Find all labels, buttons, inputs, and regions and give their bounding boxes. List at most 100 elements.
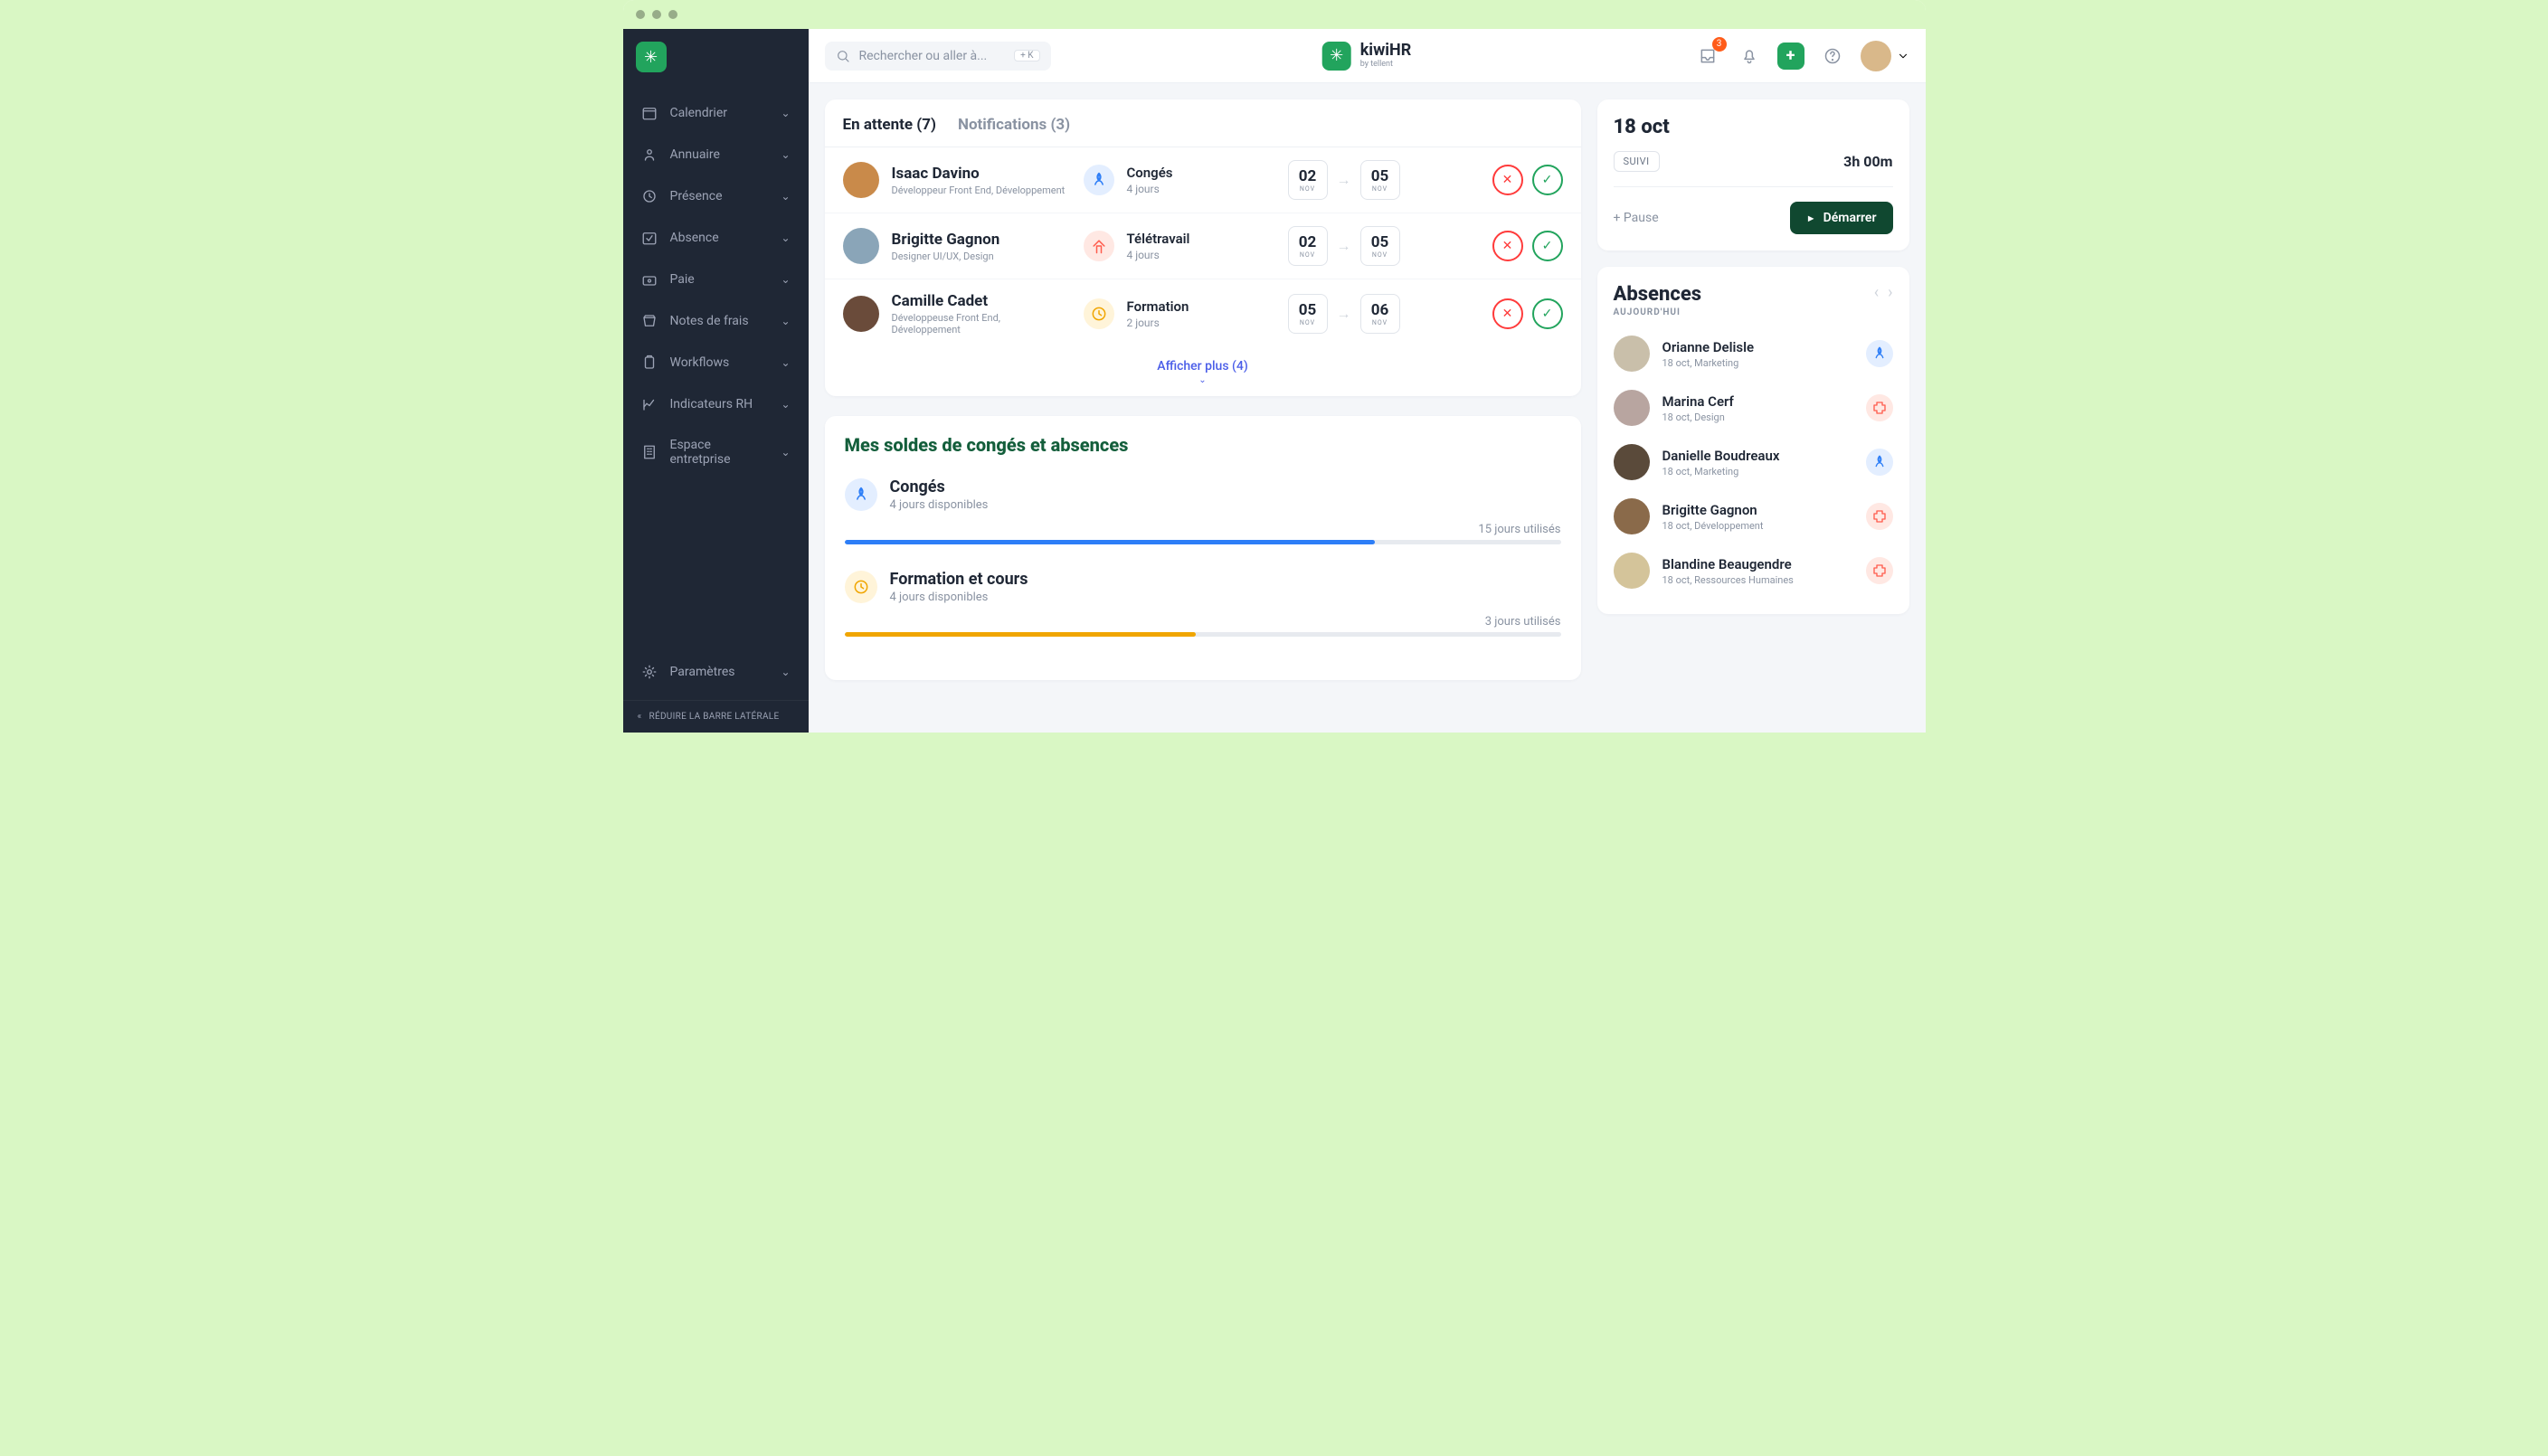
- nav-label: Paie: [670, 272, 695, 287]
- window-titlebar: [623, 0, 1926, 29]
- request-type-icon: [1084, 298, 1114, 329]
- sidebar-item-paramètres[interactable]: Paramètres⌄: [632, 653, 800, 691]
- time-tracking-card: 18 oct SUIVI 3h 00m + Pause Démarrer: [1597, 99, 1909, 251]
- balance-icon: [845, 571, 877, 603]
- end-date: 05NOV: [1360, 226, 1400, 266]
- absences-subtitle: AUJOURD'HUI: [1614, 307, 1702, 317]
- brand: ✳ kiwiHR by tellent: [1322, 42, 1412, 71]
- reject-button[interactable]: ✕: [1492, 298, 1523, 329]
- request-row: Isaac DavinoDéveloppeur Front End, Dével…: [825, 147, 1581, 213]
- request-type: Formation: [1127, 298, 1189, 315]
- tab-notifications[interactable]: Notifications (3): [958, 116, 1070, 134]
- sidebar-item-absence[interactable]: Absence ⌄: [632, 219, 800, 257]
- request-type-icon: [1084, 165, 1114, 195]
- balance-name: Formation et cours: [890, 570, 1028, 589]
- absence-detail: 18 oct, Marketing: [1662, 357, 1755, 369]
- balances-title: Mes soldes de congés et absences: [845, 434, 1561, 456]
- sidebar-item-paie[interactable]: Paie⌄: [632, 260, 800, 298]
- request-type-icon: [1084, 231, 1114, 261]
- person-avatar: [843, 296, 879, 332]
- balance-item: Congés4 jours disponibles 15 jours utili…: [845, 477, 1561, 544]
- chevron-down-icon: ⌄: [781, 398, 790, 411]
- request-type: Télétravail: [1127, 231, 1190, 247]
- absence-avatar: [1614, 444, 1650, 480]
- nav-icon: [641, 444, 658, 460]
- nav-icon: [641, 396, 658, 412]
- tracking-tag-button[interactable]: SUIVI: [1614, 151, 1660, 172]
- tab-pending[interactable]: En attente (7): [843, 116, 936, 134]
- balance-icon: [845, 478, 877, 511]
- person-avatar: [843, 228, 879, 264]
- reject-button[interactable]: ✕: [1492, 165, 1523, 195]
- user-avatar: [1861, 41, 1891, 71]
- request-duration: 4 jours: [1127, 183, 1173, 195]
- arrow-right-icon: →: [1337, 305, 1351, 323]
- nav-label: Calendrier: [670, 106, 728, 120]
- topbar: Rechercher ou aller à... + K ✳ kiwiHR by…: [809, 29, 1926, 83]
- nav-label: Annuaire: [670, 147, 720, 162]
- nav-label: Notes de frais: [670, 314, 749, 328]
- search-input[interactable]: Rechercher ou aller à... + K: [825, 42, 1051, 71]
- end-date: 06NOV: [1360, 294, 1400, 334]
- absence-name: Blandine Beaugendre: [1662, 556, 1794, 572]
- sidebar-item-indicateurs-rh[interactable]: Indicateurs RH ⌄: [632, 385, 800, 423]
- absence-detail: 18 oct, Développement: [1662, 520, 1764, 532]
- absences-next-button[interactable]: ›: [1888, 283, 1892, 302]
- sidebar-item-workflows[interactable]: Workflows⌄: [632, 344, 800, 382]
- add-button[interactable]: +: [1777, 43, 1804, 70]
- chevron-down-icon: ⌄: [781, 190, 790, 203]
- collapse-sidebar-button[interactable]: « RÉDUIRE LA BARRE LATÉRALE: [623, 700, 809, 733]
- nav-icon: [641, 313, 658, 329]
- person-title: Développeur Front End, Développement: [892, 184, 1066, 196]
- absences-prev-button[interactable]: ‹: [1874, 283, 1879, 302]
- chevron-down-icon: ⌄: [781, 232, 790, 244]
- user-menu[interactable]: [1861, 41, 1909, 71]
- balance-used: 3 jours utilisés: [845, 615, 1561, 629]
- add-pause-button[interactable]: + Pause: [1614, 211, 1659, 225]
- sidebar-item-calendrier[interactable]: Calendrier⌄: [632, 94, 800, 132]
- absence-item: Blandine Beaugendre 18 oct, Ressources Hu…: [1614, 544, 1893, 598]
- collapse-icon: «: [638, 712, 642, 722]
- absence-name: Orianne Delisle: [1662, 339, 1755, 355]
- balances-card: Mes soldes de congés et absences Congés4…: [825, 416, 1581, 680]
- approve-button[interactable]: ✓: [1532, 165, 1563, 195]
- inbox-button[interactable]: 3: [1694, 43, 1721, 70]
- start-label: Démarrer: [1823, 211, 1877, 225]
- absence-detail: 18 oct, Ressources Humaines: [1662, 574, 1794, 586]
- nav-label: Workflows: [670, 355, 730, 370]
- approve-button[interactable]: ✓: [1532, 298, 1563, 329]
- reject-button[interactable]: ✕: [1492, 231, 1523, 261]
- brand-logo-icon: ✳: [1322, 42, 1351, 71]
- start-button[interactable]: Démarrer: [1790, 202, 1893, 234]
- absence-detail: 18 oct, Design: [1662, 411, 1734, 423]
- balance-used: 15 jours utilisés: [845, 523, 1561, 536]
- app-logo[interactable]: ✳: [636, 42, 667, 72]
- absence-type-icon: [1866, 394, 1893, 421]
- sidebar-item-notes-de-frais[interactable]: Notes de frais⌄: [632, 302, 800, 340]
- request-row: Brigitte GagnonDesigner UI/UX, Design Té…: [825, 213, 1581, 279]
- bell-button[interactable]: [1736, 43, 1763, 70]
- absence-item: Marina Cerf18 oct, Design: [1614, 381, 1893, 435]
- person-name: Brigitte Gagnon: [892, 231, 1000, 249]
- search-shortcut: + K: [1014, 50, 1039, 61]
- chevron-down-icon: ⌄: [836, 375, 1570, 385]
- help-button[interactable]: [1819, 43, 1846, 70]
- balance-available: 4 jours disponibles: [890, 498, 989, 512]
- absence-name: Marina Cerf: [1662, 393, 1734, 410]
- nav-label: Indicateurs RH: [670, 397, 753, 411]
- nav-label: Absence: [670, 231, 719, 245]
- traffic-light-min[interactable]: [652, 10, 661, 19]
- person-avatar: [843, 162, 879, 198]
- show-more-button[interactable]: Afficher plus (4) ⌄: [825, 348, 1581, 396]
- sidebar-item-annuaire[interactable]: Annuaire⌄: [632, 136, 800, 174]
- sidebar-item-présence[interactable]: Présence⌄: [632, 177, 800, 215]
- person-name: Isaac Davino: [892, 165, 1066, 183]
- approve-button[interactable]: ✓: [1532, 231, 1563, 261]
- traffic-light-max[interactable]: [668, 10, 677, 19]
- absence-item: Orianne Delisle 18 oct, Marketing: [1614, 326, 1893, 381]
- sidebar-item-espace-entretprise[interactable]: Espace entretprise⌄: [632, 427, 800, 477]
- traffic-light-close[interactable]: [636, 10, 645, 19]
- absence-type-icon: [1866, 340, 1893, 367]
- balance-available: 4 jours disponibles: [890, 591, 1028, 604]
- person-name: Camille Cadet: [892, 292, 1069, 310]
